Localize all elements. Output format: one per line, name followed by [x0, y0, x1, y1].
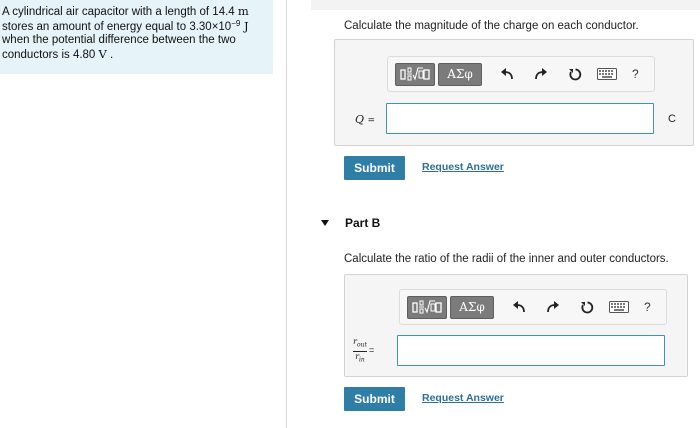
column-divider [286, 0, 287, 428]
reset-icon [580, 301, 593, 313]
keyboard-icon [609, 301, 629, 313]
top-bar [311, 0, 700, 10]
keyboard-icon [597, 68, 617, 80]
math-template-button[interactable] [395, 62, 435, 86]
exponent: −9 [231, 18, 241, 28]
ratio-label: rout rin [353, 337, 367, 365]
undo-button[interactable] [496, 63, 518, 85]
math-template-icon [400, 67, 430, 81]
keyboard-button[interactable] [608, 296, 630, 318]
problem-line-4: conductors is 4.80 V . [2, 46, 114, 61]
math-template-button[interactable] [407, 295, 447, 319]
greek-symbols-button[interactable]: ΑΣφ [450, 295, 494, 319]
greek-symbols-button[interactable]: ΑΣφ [438, 62, 482, 86]
redo-icon [535, 68, 547, 80]
reset-button[interactable] [564, 63, 586, 85]
part-b-question: Calculate the ratio of the radii of the … [344, 253, 669, 265]
reset-button[interactable] [576, 296, 598, 318]
unit-meters: m [237, 4, 249, 18]
equals-sign: = [367, 116, 376, 126]
problem-line-1: A cylindrical air capacitor with a lengt… [2, 4, 249, 18]
part-b-math-toolbar: ΑΣφ ? [399, 289, 667, 325]
redo-button[interactable] [542, 296, 564, 318]
help-button[interactable]: ? [644, 300, 651, 314]
redo-button[interactable] [530, 63, 552, 85]
part-a-submit-button[interactable]: Submit [344, 156, 405, 180]
part-b-request-answer-link[interactable]: Request Answer [422, 392, 504, 404]
unit-volts: V [98, 46, 107, 61]
part-b-submit-button[interactable]: Submit [344, 387, 405, 411]
equals-sign: = [369, 345, 375, 355]
problem-statement: A cylindrical air capacitor with a lengt… [0, 0, 273, 74]
math-template-icon [412, 300, 442, 314]
variable-label-q: Q = [355, 113, 376, 126]
undo-icon [501, 68, 513, 80]
problem-line-2: stores an amount of energy equal to 3.30… [2, 18, 249, 33]
keyboard-button[interactable] [596, 63, 618, 85]
part-a-request-answer-link[interactable]: Request Answer [422, 161, 504, 173]
part-a-question: Calculate the magnitude of the charge on… [344, 20, 639, 32]
reset-icon [568, 68, 581, 80]
fraction-denominator: rin [355, 351, 365, 364]
problem-line-3: when the potential difference between th… [2, 34, 236, 47]
undo-button[interactable] [508, 296, 530, 318]
part-b-title[interactable]: Part B [345, 216, 380, 230]
part-a-math-toolbar: ΑΣφ ? [387, 56, 655, 92]
part-b-answer-input[interactable] [397, 335, 665, 366]
unit-joules: J [240, 18, 249, 33]
undo-icon [513, 301, 525, 313]
fraction-numerator: rout [353, 337, 367, 349]
help-button[interactable]: ? [632, 67, 639, 81]
unit-label: C [668, 113, 676, 125]
redo-icon [547, 301, 559, 313]
caret-down-icon[interactable] [321, 220, 329, 226]
part-a-answer-input[interactable] [386, 103, 654, 134]
